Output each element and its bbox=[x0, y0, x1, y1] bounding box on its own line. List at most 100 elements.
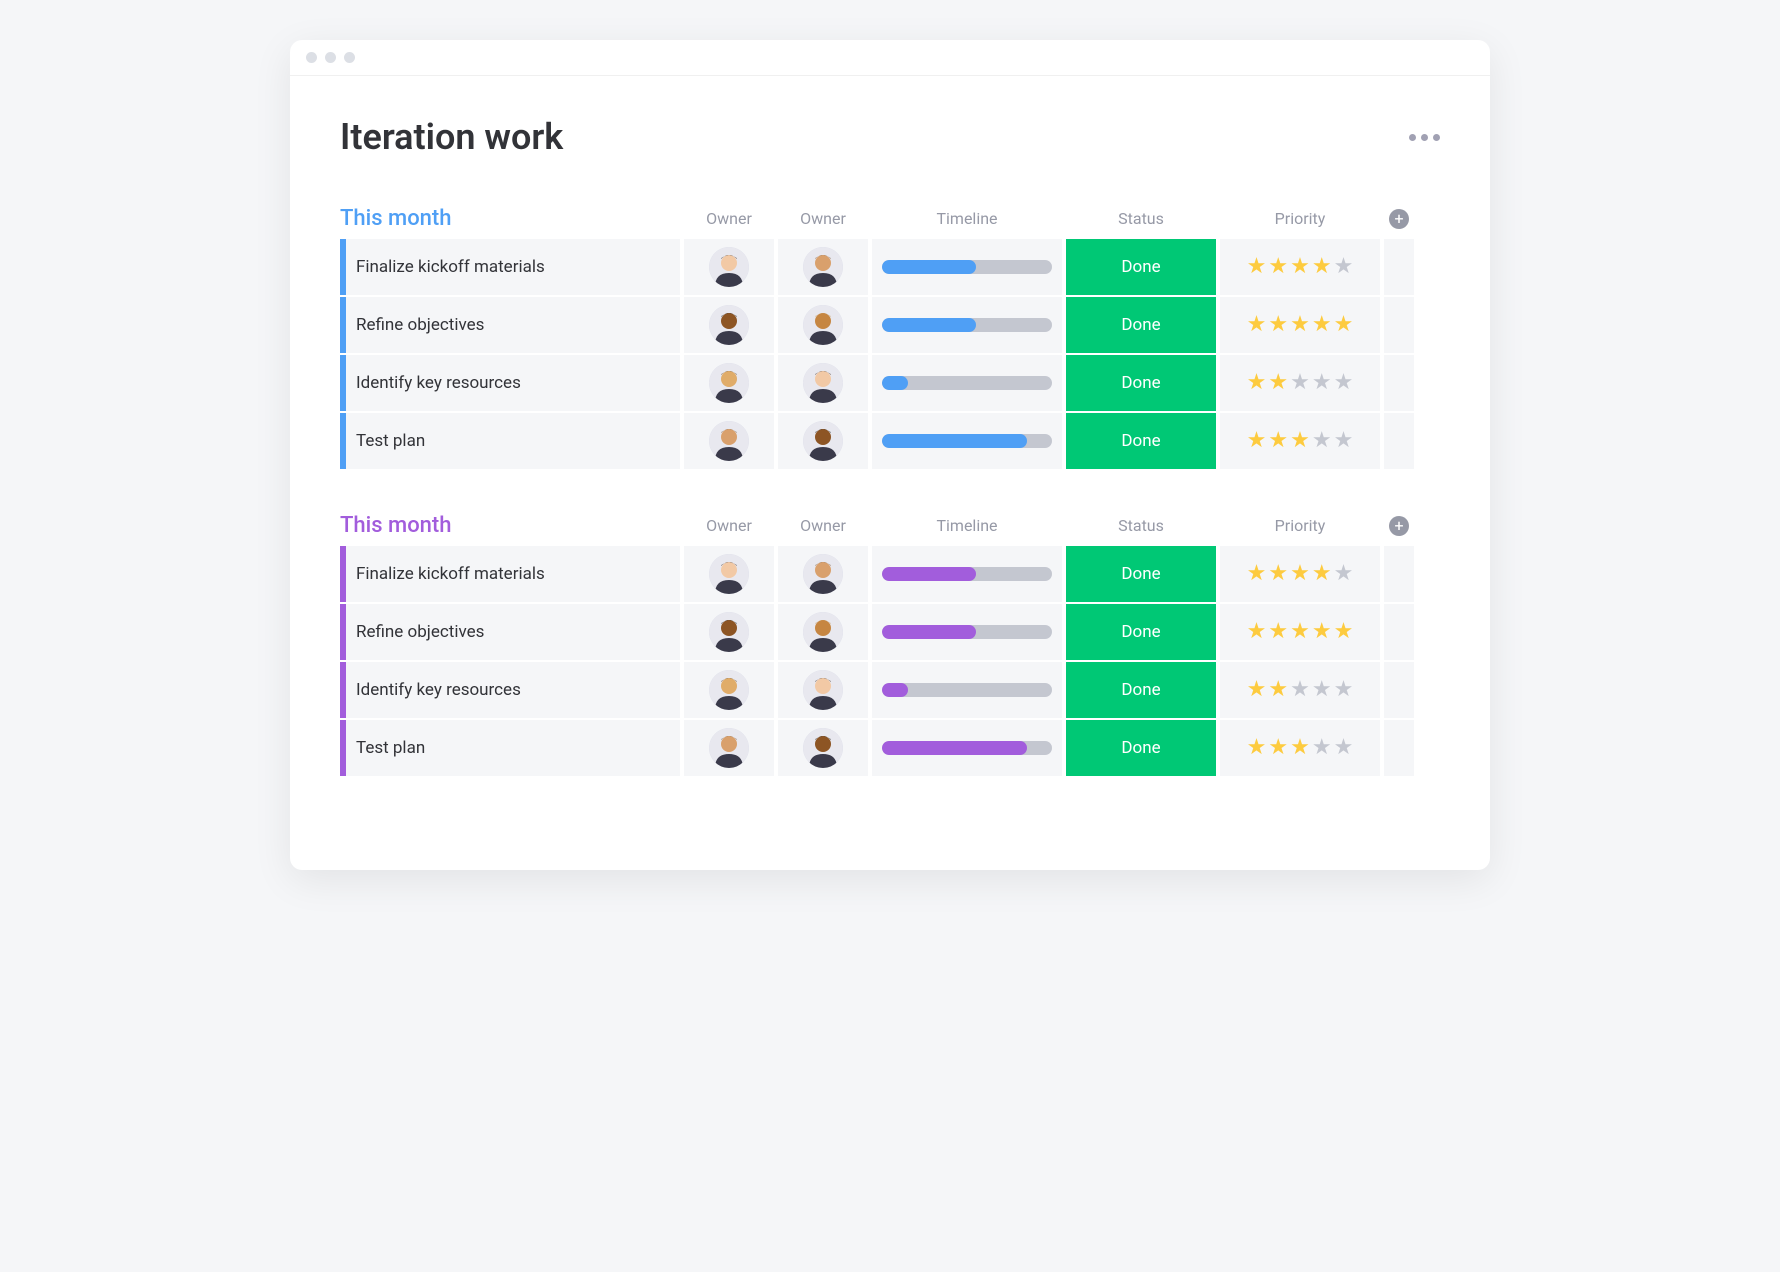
row-end-cell[interactable] bbox=[1384, 604, 1414, 660]
column-header-owner[interactable]: Owner bbox=[778, 209, 868, 228]
owner-cell[interactable] bbox=[684, 662, 774, 718]
avatar[interactable] bbox=[709, 728, 749, 768]
owner-cell[interactable] bbox=[778, 662, 868, 718]
owner-cell[interactable] bbox=[684, 413, 774, 469]
timeline-bar[interactable] bbox=[882, 260, 1052, 274]
status-cell[interactable]: Done bbox=[1066, 413, 1216, 469]
star-rating[interactable]: ★★★★★ bbox=[1247, 314, 1354, 336]
owner-cell[interactable] bbox=[684, 720, 774, 776]
owner-cell[interactable] bbox=[778, 604, 868, 660]
task-name-cell[interactable]: Test plan bbox=[340, 720, 680, 776]
timeline-bar[interactable] bbox=[882, 625, 1052, 639]
row-end-cell[interactable] bbox=[1384, 662, 1414, 718]
avatar[interactable] bbox=[709, 554, 749, 594]
status-cell[interactable]: Done bbox=[1066, 720, 1216, 776]
column-header-status[interactable]: Status bbox=[1066, 209, 1216, 228]
owner-cell[interactable] bbox=[778, 413, 868, 469]
priority-cell[interactable]: ★★★★★ bbox=[1220, 604, 1380, 660]
add-column-button[interactable]: + bbox=[1389, 516, 1409, 536]
avatar[interactable] bbox=[709, 363, 749, 403]
avatar[interactable] bbox=[709, 612, 749, 652]
priority-cell[interactable]: ★★★★★ bbox=[1220, 239, 1380, 295]
avatar[interactable] bbox=[709, 421, 749, 461]
star-rating[interactable]: ★★★★★ bbox=[1247, 563, 1354, 585]
task-name-cell[interactable]: Finalize kickoff materials bbox=[340, 546, 680, 602]
row-end-cell[interactable] bbox=[1384, 355, 1414, 411]
table-row[interactable]: Finalize kickoff materials Done ★★★★★ bbox=[340, 546, 1440, 602]
table-row[interactable]: Refine objectives Done ★★★★★ bbox=[340, 297, 1440, 353]
timeline-cell[interactable] bbox=[872, 355, 1062, 411]
owner-cell[interactable] bbox=[684, 355, 774, 411]
owner-cell[interactable] bbox=[684, 546, 774, 602]
star-rating[interactable]: ★★★★★ bbox=[1247, 372, 1354, 394]
avatar[interactable] bbox=[803, 554, 843, 594]
avatar[interactable] bbox=[803, 670, 843, 710]
column-header-timeline[interactable]: Timeline bbox=[872, 516, 1062, 535]
timeline-cell[interactable] bbox=[872, 546, 1062, 602]
priority-cell[interactable]: ★★★★★ bbox=[1220, 720, 1380, 776]
status-cell[interactable]: Done bbox=[1066, 297, 1216, 353]
table-row[interactable]: Finalize kickoff materials Done ★★★★★ bbox=[340, 239, 1440, 295]
column-header-owner[interactable]: Owner bbox=[684, 209, 774, 228]
avatar[interactable] bbox=[803, 363, 843, 403]
avatar[interactable] bbox=[803, 305, 843, 345]
task-name-cell[interactable]: Identify key resources bbox=[340, 662, 680, 718]
timeline-bar[interactable] bbox=[882, 741, 1052, 755]
more-menu-button[interactable] bbox=[1409, 134, 1440, 141]
row-end-cell[interactable] bbox=[1384, 720, 1414, 776]
task-name-cell[interactable]: Identify key resources bbox=[340, 355, 680, 411]
status-cell[interactable]: Done bbox=[1066, 355, 1216, 411]
timeline-bar[interactable] bbox=[882, 683, 1052, 697]
priority-cell[interactable]: ★★★★★ bbox=[1220, 413, 1380, 469]
avatar[interactable] bbox=[803, 728, 843, 768]
owner-cell[interactable] bbox=[684, 239, 774, 295]
star-rating[interactable]: ★★★★★ bbox=[1247, 737, 1354, 759]
row-end-cell[interactable] bbox=[1384, 239, 1414, 295]
status-cell[interactable]: Done bbox=[1066, 662, 1216, 718]
status-cell[interactable]: Done bbox=[1066, 604, 1216, 660]
column-header-status[interactable]: Status bbox=[1066, 516, 1216, 535]
timeline-cell[interactable] bbox=[872, 720, 1062, 776]
priority-cell[interactable]: ★★★★★ bbox=[1220, 546, 1380, 602]
task-name-cell[interactable]: Refine objectives bbox=[340, 604, 680, 660]
table-row[interactable]: Refine objectives Done ★★★★★ bbox=[340, 604, 1440, 660]
timeline-cell[interactable] bbox=[872, 604, 1062, 660]
owner-cell[interactable] bbox=[778, 239, 868, 295]
group-title[interactable]: This month bbox=[340, 206, 680, 231]
timeline-bar[interactable] bbox=[882, 376, 1052, 390]
column-header-timeline[interactable]: Timeline bbox=[872, 209, 1062, 228]
owner-cell[interactable] bbox=[778, 297, 868, 353]
column-header-priority[interactable]: Priority bbox=[1220, 209, 1380, 228]
status-cell[interactable]: Done bbox=[1066, 239, 1216, 295]
owner-cell[interactable] bbox=[684, 297, 774, 353]
timeline-cell[interactable] bbox=[872, 662, 1062, 718]
row-end-cell[interactable] bbox=[1384, 297, 1414, 353]
avatar[interactable] bbox=[803, 421, 843, 461]
star-rating[interactable]: ★★★★★ bbox=[1247, 621, 1354, 643]
column-header-priority[interactable]: Priority bbox=[1220, 516, 1380, 535]
timeline-cell[interactable] bbox=[872, 239, 1062, 295]
avatar[interactable] bbox=[709, 305, 749, 345]
row-end-cell[interactable] bbox=[1384, 413, 1414, 469]
avatar[interactable] bbox=[803, 247, 843, 287]
timeline-bar[interactable] bbox=[882, 318, 1052, 332]
avatar[interactable] bbox=[803, 612, 843, 652]
timeline-cell[interactable] bbox=[872, 297, 1062, 353]
column-header-owner[interactable]: Owner bbox=[778, 516, 868, 535]
timeline-cell[interactable] bbox=[872, 413, 1062, 469]
table-row[interactable]: Identify key resources Done ★★★★★ bbox=[340, 662, 1440, 718]
column-header-owner[interactable]: Owner bbox=[684, 516, 774, 535]
timeline-bar[interactable] bbox=[882, 434, 1052, 448]
priority-cell[interactable]: ★★★★★ bbox=[1220, 662, 1380, 718]
table-row[interactable]: Test plan Done ★★★★★ bbox=[340, 720, 1440, 776]
timeline-bar[interactable] bbox=[882, 567, 1052, 581]
star-rating[interactable]: ★★★★★ bbox=[1247, 256, 1354, 278]
task-name-cell[interactable]: Finalize kickoff materials bbox=[340, 239, 680, 295]
table-row[interactable]: Test plan Done ★★★★★ bbox=[340, 413, 1440, 469]
task-name-cell[interactable]: Refine objectives bbox=[340, 297, 680, 353]
avatar[interactable] bbox=[709, 247, 749, 287]
group-title[interactable]: This month bbox=[340, 513, 680, 538]
priority-cell[interactable]: ★★★★★ bbox=[1220, 297, 1380, 353]
task-name-cell[interactable]: Test plan bbox=[340, 413, 680, 469]
priority-cell[interactable]: ★★★★★ bbox=[1220, 355, 1380, 411]
